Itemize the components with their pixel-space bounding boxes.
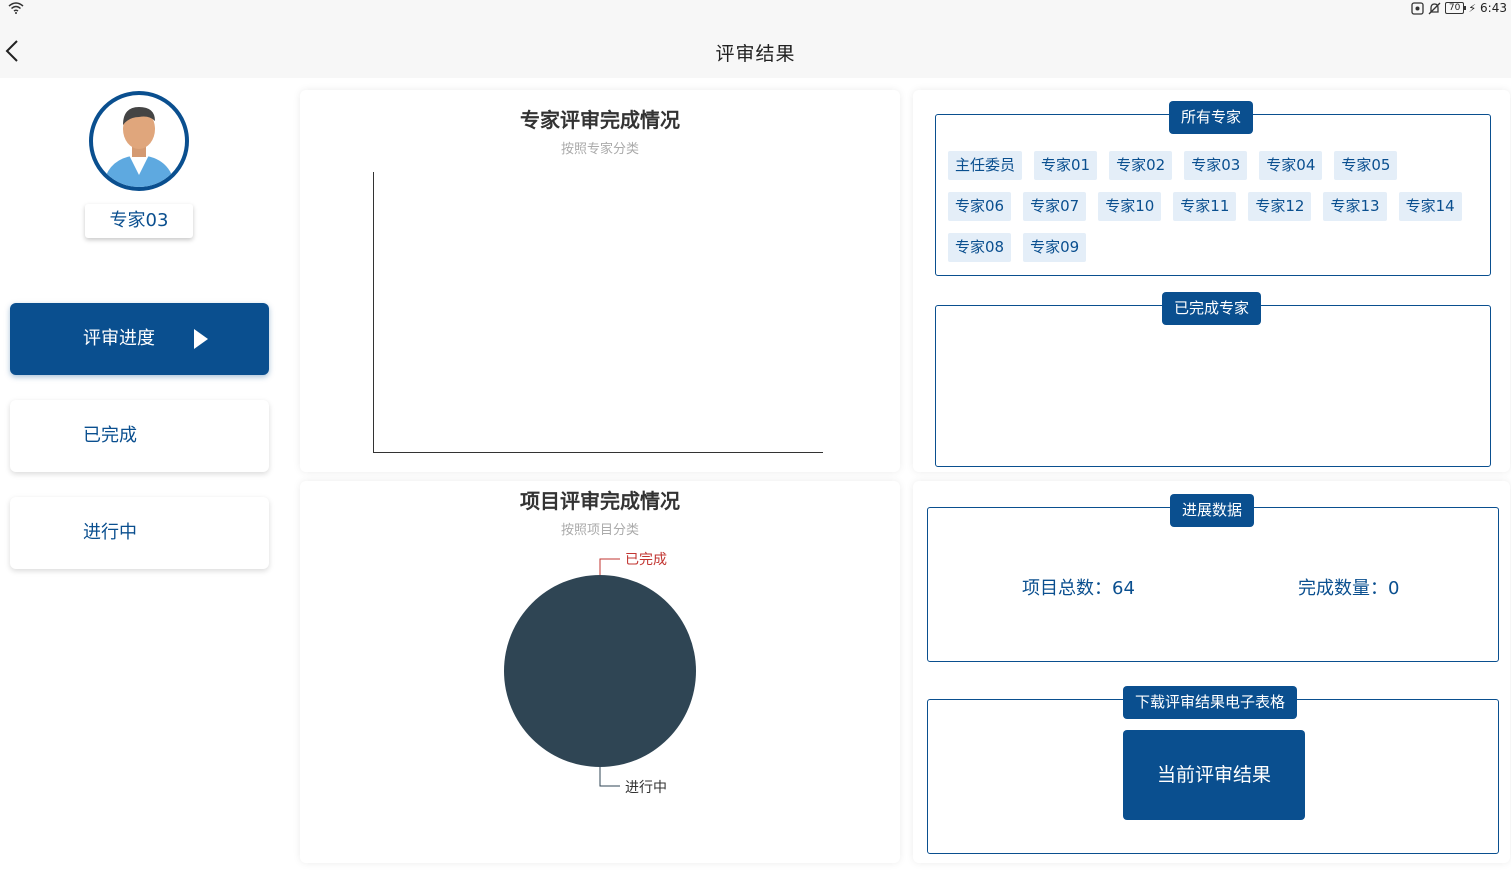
expert-chip[interactable]: 专家07 (1023, 192, 1087, 221)
title-bar: 评审结果 (0, 20, 1511, 78)
nav-completed[interactable]: 已完成 (10, 400, 269, 472)
expert-chip[interactable]: 主任委员 (948, 151, 1023, 180)
all-experts-legend: 所有专家 (1169, 101, 1254, 134)
status-bar: 70 ⚡ 6:43 (0, 0, 1511, 20)
all-experts-box: 所有专家 主任委员 专家01 专家02 专家03 专家04 专家05 专家06 专家07 专家1… (935, 101, 1491, 276)
expert-chart-card: 专家评审完成情况 按照专家分类 (300, 90, 900, 472)
expert-chip[interactable]: 专家06 (948, 192, 1012, 221)
user-avatar-icon (103, 107, 175, 187)
pie-label-done: 已完成 (625, 552, 667, 568)
expert-chip[interactable]: 专家10 (1098, 192, 1162, 221)
expert-chip[interactable]: 专家08 (948, 233, 1012, 262)
expert-chip[interactable]: 专家13 (1323, 192, 1387, 221)
progress-data-box: 进展数据 项目总数：64 完成数量：0 (927, 494, 1499, 662)
nav-review-progress[interactable]: 评审进度 (10, 303, 269, 375)
download-box: 下载评审结果电子表格 当前评审结果 (927, 686, 1499, 854)
expert-chip[interactable]: 专家14 (1398, 192, 1462, 221)
status-time: 6:43 (1480, 1, 1507, 15)
current-results-download-button[interactable]: 当前评审结果 (1123, 730, 1305, 820)
expert-chip[interactable]: 专家03 (1184, 151, 1248, 180)
notification-off-icon (1428, 2, 1441, 14)
download-legend: 下载评审结果电子表格 (1123, 686, 1298, 719)
screenshot-icon (1411, 1, 1424, 15)
pie-slice (504, 575, 696, 767)
battery-indicator: 70 (1444, 2, 1467, 14)
avatar (89, 91, 189, 191)
expert-bar-chart (373, 172, 823, 453)
project-chart-card: 项目评审完成情况 按照项目分类 已完成 进行中 (300, 481, 900, 863)
label-line-done (599, 558, 620, 575)
expert-chip[interactable]: 专家12 (1248, 192, 1312, 221)
completed-count-stat: 完成数量：0 (1298, 578, 1400, 599)
completed-experts-box: 已完成专家 (935, 292, 1491, 467)
project-pie-chart (504, 558, 696, 787)
expert-chip[interactable]: 专家11 (1173, 192, 1237, 221)
progress-data-legend: 进展数据 (1170, 494, 1255, 527)
expert-chip-list: 主任委员 专家01 专家02 专家03 专家04 专家05 专家06 专家07 专家10 专家11… (948, 151, 1468, 262)
nav-in-progress-label: 进行中 (83, 522, 137, 543)
expert-chip[interactable]: 专家09 (1023, 233, 1087, 262)
expert-chip[interactable]: 专家01 (1034, 151, 1098, 180)
completed-experts-legend: 已完成专家 (1162, 292, 1262, 325)
expert-chip[interactable]: 专家04 (1259, 151, 1323, 180)
wifi-icon (8, 2, 24, 14)
nav-completed-label: 已完成 (83, 425, 137, 446)
expert-chip[interactable]: 专家02 (1109, 151, 1173, 180)
progress-card: 进展数据 项目总数：64 完成数量：0 下载评审结果电子表格 当前评审结果 (913, 481, 1510, 863)
nav-review-progress-label: 评审进度 (83, 328, 155, 349)
play-arrow-icon (194, 329, 208, 349)
current-expert-tag: 专家03 (85, 204, 193, 238)
total-projects-stat: 项目总数：64 (1022, 578, 1135, 599)
pie-label-in-progress: 进行中 (625, 780, 667, 796)
label-line-in-progress (599, 767, 620, 787)
nav-in-progress[interactable]: 进行中 (10, 497, 269, 569)
expert-chip[interactable]: 专家05 (1334, 151, 1398, 180)
charging-icon: ⚡ (1468, 1, 1477, 15)
page-title: 评审结果 (715, 43, 796, 65)
experts-card: 所有专家 主任委员 专家01 专家02 专家03 专家04 专家05 专家06 专家07 专家1… (913, 90, 1510, 472)
